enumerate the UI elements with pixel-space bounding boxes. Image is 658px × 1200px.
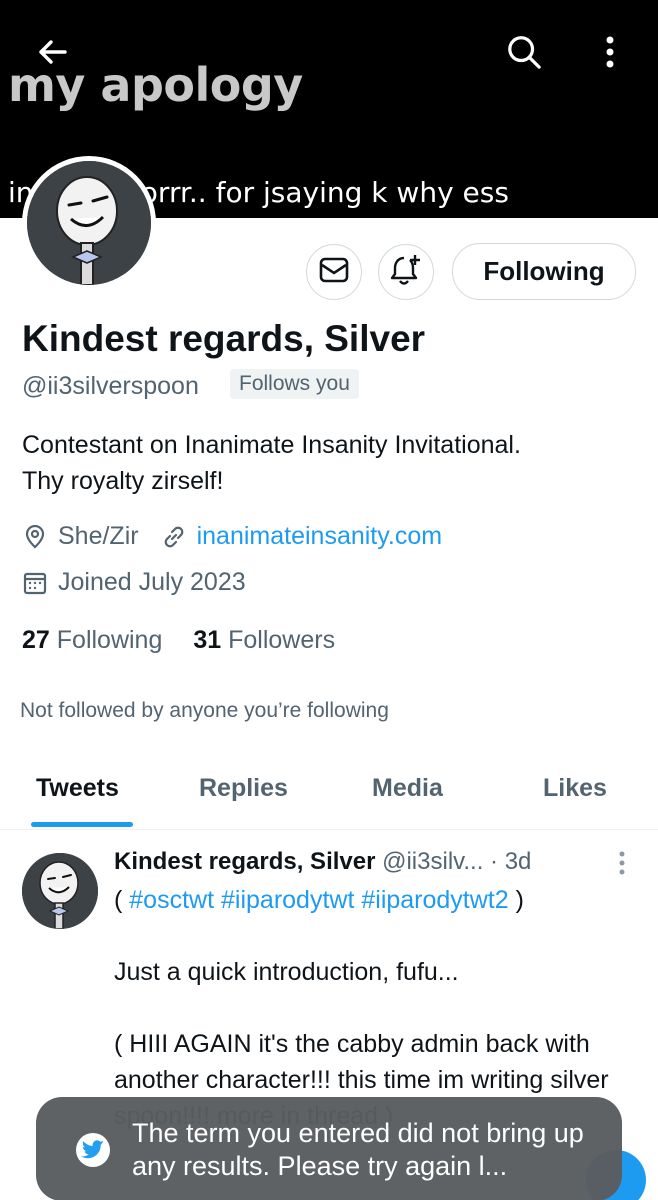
twitter-bird-icon xyxy=(76,1133,110,1167)
back-arrow-icon[interactable] xyxy=(34,34,70,70)
followers-count: 31 xyxy=(193,626,222,654)
bell-plus-icon xyxy=(389,253,423,292)
followers-label: Followers xyxy=(228,626,336,654)
active-tab-indicator xyxy=(31,822,133,827)
following-count: 27 xyxy=(22,626,50,654)
toast-notification: The term you entered did not bring up an… xyxy=(36,1097,622,1200)
avatar-image xyxy=(27,161,151,285)
tab-media[interactable]: Media xyxy=(372,774,443,803)
tweet-header: Kindest regards, Silver @ii3silv... · 3d xyxy=(114,848,531,876)
tweet-author-name[interactable]: Kindest regards, Silver xyxy=(114,848,375,875)
link-icon xyxy=(161,524,187,550)
bio-line: Contestant on Inanimate Insanity Invitat… xyxy=(22,431,521,459)
follows-you-badge: Follows you xyxy=(230,369,359,399)
not-followed-notice: Not followed by anyone you’re following xyxy=(20,699,389,722)
tweet-text-line: Just a quick introduction, fufu... xyxy=(114,958,459,986)
profile-location: She/Zir xyxy=(58,522,139,550)
notifications-button[interactable] xyxy=(378,244,434,300)
tweet-paren: ( xyxy=(114,886,130,914)
hashtag-link[interactable]: #osctwt xyxy=(129,886,214,914)
tweet-more-icon[interactable] xyxy=(612,848,632,882)
toast-message: The term you entered did not bring up an… xyxy=(132,1118,584,1181)
location-pin-icon xyxy=(22,524,48,550)
tweet-handle-time: @ii3silv... · 3d xyxy=(382,848,532,875)
profile-meta-row: She/Zir inanimateinsanity.com xyxy=(22,522,442,551)
follow-counts: 27 Following 31 Followers xyxy=(22,626,335,655)
tweet-avatar[interactable] xyxy=(22,853,98,929)
tab-replies[interactable]: Replies xyxy=(199,774,288,803)
envelope-icon xyxy=(319,257,349,288)
tab-tweets[interactable]: Tweets xyxy=(36,774,119,803)
message-button[interactable] xyxy=(306,244,362,300)
tweet-hashtags-line: ( #osctwt #iiparodytwt #iiparodytwt2 ) xyxy=(114,882,634,918)
hashtag-link[interactable]: #iiparodytwt2 xyxy=(361,886,508,914)
following-count-link[interactable]: 27 Following xyxy=(22,626,162,654)
search-icon[interactable] xyxy=(506,34,542,70)
following-button[interactable]: Following xyxy=(452,243,636,300)
calendar-icon xyxy=(22,570,48,596)
tab-likes[interactable]: Likes xyxy=(543,774,607,803)
profile-avatar[interactable] xyxy=(22,156,156,290)
followers-count-link[interactable]: 31 Followers xyxy=(193,626,335,654)
profile-website-link[interactable]: inanimateinsanity.com xyxy=(197,522,442,551)
bio-line: Thy royalty zirself! xyxy=(22,467,224,495)
profile-tabs: Tweets Replies Media Likes xyxy=(0,756,658,830)
profile-bio: Contestant on Inanimate Insanity Invitat… xyxy=(22,427,632,499)
profile-name: Kindest regards, Silver xyxy=(22,318,426,359)
profile-handle: @ii3silverspoon xyxy=(22,372,199,400)
hashtag-link[interactable]: #iiparodytwt xyxy=(221,886,354,914)
tweet-paren: ) xyxy=(508,886,524,914)
more-options-icon[interactable] xyxy=(592,34,628,70)
following-label: Following xyxy=(56,626,163,654)
profile-joined-date: Joined July 2023 xyxy=(58,568,246,596)
profile-joined-row: Joined July 2023 xyxy=(22,568,246,597)
